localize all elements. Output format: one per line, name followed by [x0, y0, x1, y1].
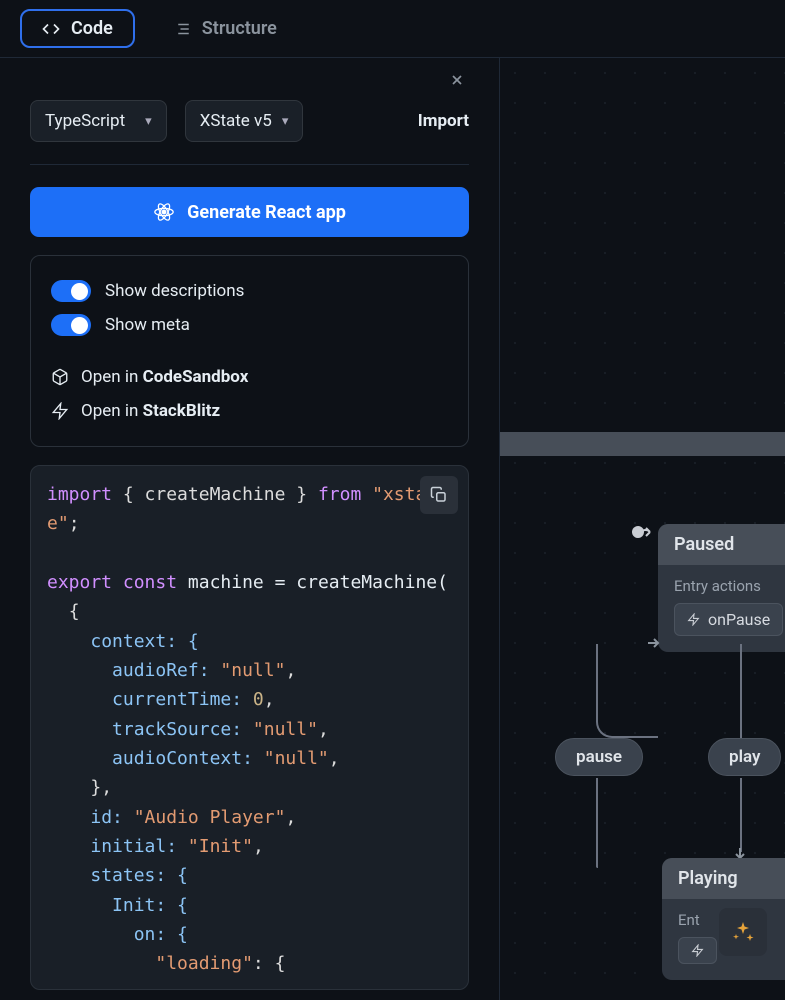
tab-structure[interactable]: Structure: [153, 11, 297, 46]
toggle-label: Show descriptions: [105, 281, 244, 301]
codesandbox-icon: [51, 368, 69, 386]
close-icon: [449, 72, 465, 88]
state-header-strip: [500, 432, 785, 456]
show-meta-toggle[interactable]: [51, 314, 91, 336]
stackblitz-icon: [51, 402, 69, 420]
action-chip[interactable]: [678, 937, 717, 964]
chevron-down-icon: ▾: [282, 114, 289, 129]
structure-icon: [173, 20, 191, 38]
sparkle-icon: [731, 920, 755, 944]
react-icon: [153, 201, 175, 223]
copy-icon: [430, 486, 448, 504]
tab-label: Code: [71, 18, 113, 39]
edge-line: [596, 644, 658, 738]
edge-line: [740, 644, 742, 738]
event-play[interactable]: play: [708, 738, 781, 776]
tab-code[interactable]: Code: [20, 9, 135, 48]
state-paused[interactable]: Paused Entry actions onPause: [658, 524, 785, 652]
select-value: XState v5: [200, 111, 272, 131]
event-pause[interactable]: pause: [555, 738, 643, 776]
options-box: Show descriptions Show meta Open in Code…: [30, 255, 469, 447]
import-button[interactable]: Import: [418, 111, 469, 131]
chevron-down-icon: ▾: [145, 114, 152, 129]
toggle-label: Show meta: [105, 315, 190, 335]
diagram-canvas[interactable]: Paused Entry actions onPause pause play …: [500, 58, 785, 1000]
language-select[interactable]: TypeScript ▾: [30, 100, 167, 142]
entry-actions-label: Entry actions: [674, 577, 785, 595]
version-select[interactable]: XState v5 ▾: [185, 100, 304, 142]
action-label: onPause: [708, 610, 770, 629]
arrow-head-icon: [648, 636, 662, 650]
state-title: Playing: [662, 858, 785, 899]
lightning-icon: [687, 613, 700, 626]
show-descriptions-toggle[interactable]: [51, 280, 91, 302]
state-title: Paused: [658, 524, 785, 565]
code-icon: [42, 20, 60, 38]
copy-button[interactable]: [420, 476, 458, 514]
ai-sparkle-button[interactable]: [719, 908, 767, 956]
code-panel: TypeScript ▾ XState v5 ▾ Import Generate…: [0, 58, 500, 1000]
open-stackblitz-link[interactable]: Open in StackBlitz: [51, 394, 448, 428]
edge-line: [740, 778, 742, 852]
button-label: Generate React app: [187, 202, 346, 223]
lightning-icon: [691, 944, 704, 957]
action-chip[interactable]: onPause: [674, 603, 783, 636]
tab-label: Structure: [202, 18, 277, 39]
close-button[interactable]: [445, 68, 469, 92]
code-block: import { createMachine } from "xstate"; …: [30, 465, 469, 990]
generate-react-app-button[interactable]: Generate React app: [30, 187, 469, 237]
select-value: TypeScript: [45, 111, 125, 131]
code-content[interactable]: import { createMachine } from "xstate"; …: [31, 466, 468, 990]
open-codesandbox-link[interactable]: Open in CodeSandbox: [51, 360, 448, 394]
arrow-icon: [640, 524, 658, 540]
edge-line: [596, 778, 598, 868]
